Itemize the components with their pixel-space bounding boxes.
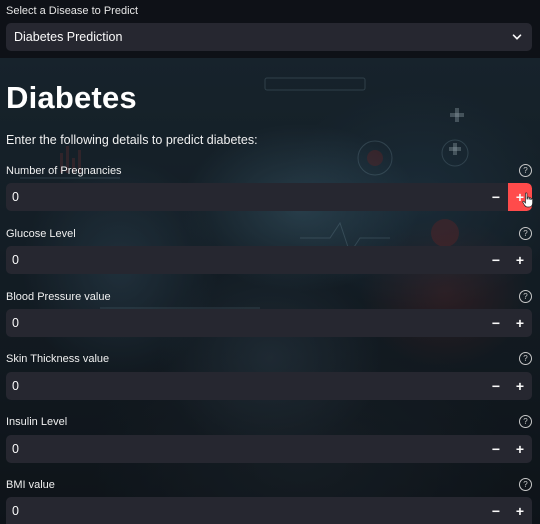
disease-select-value: Diabetes Prediction xyxy=(14,30,123,44)
blood-pressure-value[interactable]: 0 xyxy=(12,316,19,330)
blood-pressure-increment-button[interactable]: + xyxy=(508,309,532,337)
skin-thickness-value[interactable]: 0 xyxy=(12,379,19,393)
disease-select[interactable]: Diabetes Prediction xyxy=(6,23,532,51)
chevron-down-icon xyxy=(512,34,522,40)
skin-thickness-increment-button[interactable]: + xyxy=(508,372,532,400)
insulin-input[interactable]: 0 − + xyxy=(6,435,532,463)
skin-thickness-input[interactable]: 0 − + xyxy=(6,372,532,400)
bmi-increment-button[interactable]: + xyxy=(508,497,532,524)
field-label-pregnancies: Number of Pregnancies xyxy=(6,165,122,177)
field-label-insulin: Insulin Level xyxy=(6,416,68,428)
insulin-decrement-button[interactable]: − xyxy=(484,435,508,463)
field-label-bmi: BMI value xyxy=(6,479,55,491)
insulin-increment-button[interactable]: + xyxy=(508,435,532,463)
field-label-blood-pressure: Blood Pressure value xyxy=(6,291,111,303)
insulin-value[interactable]: 0 xyxy=(12,442,19,456)
glucose-increment-button[interactable]: + xyxy=(508,246,532,274)
help-circle-icon[interactable]: ? xyxy=(519,164,532,177)
bmi-decrement-button[interactable]: − xyxy=(484,497,508,524)
bmi-value[interactable]: 0 xyxy=(12,504,19,518)
help-circle-icon[interactable]: ? xyxy=(519,227,532,240)
field-label-skin-thickness: Skin Thickness value xyxy=(6,353,110,365)
blood-pressure-decrement-button[interactable]: − xyxy=(484,309,508,337)
pregnancies-value[interactable]: 0 xyxy=(12,190,19,204)
field-label-glucose: Glucose Level xyxy=(6,228,76,240)
glucose-decrement-button[interactable]: − xyxy=(484,246,508,274)
glucose-input[interactable]: 0 − + xyxy=(6,246,532,274)
help-circle-icon[interactable]: ? xyxy=(519,290,532,303)
page-intro: Enter the following details to predict d… xyxy=(6,133,258,147)
help-circle-icon[interactable]: ? xyxy=(519,415,532,428)
page-title: Diabetes xyxy=(6,80,137,115)
pregnancies-input[interactable]: 0 − + xyxy=(6,183,532,211)
hand-pointer-icon xyxy=(522,192,533,208)
bmi-input[interactable]: 0 − + xyxy=(6,497,532,524)
skin-thickness-decrement-button[interactable]: − xyxy=(484,372,508,400)
help-circle-icon[interactable]: ? xyxy=(519,352,532,365)
blood-pressure-input[interactable]: 0 − + xyxy=(6,309,532,337)
glucose-value[interactable]: 0 xyxy=(12,253,19,267)
pregnancies-decrement-button[interactable]: − xyxy=(484,183,508,211)
disease-select-label: Select a Disease to Predict xyxy=(6,5,139,17)
help-circle-icon[interactable]: ? xyxy=(519,478,532,491)
